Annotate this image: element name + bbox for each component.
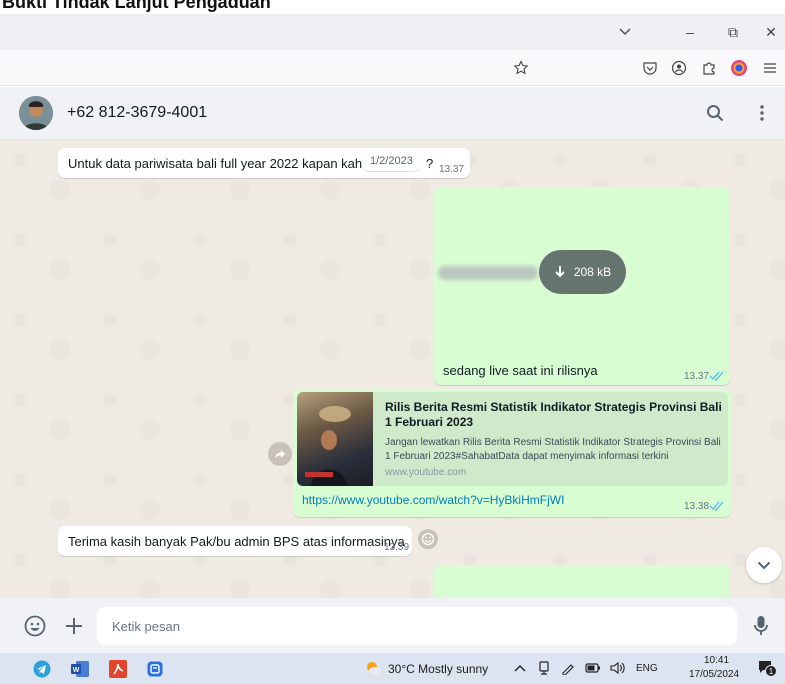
taskbar-pdf-app[interactable] <box>106 657 130 681</box>
clock-date[interactable]: 17/05/2024 <box>689 669 739 680</box>
notification-badge: 1 <box>765 665 777 677</box>
message-text: Untuk data pariwisata bali full year 202… <box>68 156 387 171</box>
clock-time[interactable]: 10:41 <box>704 655 729 666</box>
contact-name[interactable]: +62 812-3679-4001 <box>67 104 207 122</box>
notification-center[interactable]: 1 <box>756 658 778 678</box>
bookmark-button[interactable] <box>511 58 531 78</box>
scroll-to-bottom-button[interactable] <box>746 547 782 583</box>
voice-message-button[interactable] <box>748 613 774 639</box>
extensions-button[interactable] <box>699 58 719 78</box>
extension-app-button[interactable] <box>729 58 749 78</box>
message-time: 13.39 <box>384 542 410 553</box>
contact-avatar[interactable] <box>19 96 53 130</box>
link-title: Rilis Berita Resmi Statistik Indikator S… <box>385 400 722 429</box>
attach-button[interactable] <box>61 613 87 639</box>
close-icon: ✕ <box>765 23 777 40</box>
list-all-tabs-button[interactable] <box>605 14 645 50</box>
hamburger-icon <box>764 63 776 73</box>
forward-button[interactable] <box>268 442 292 466</box>
account-button[interactable] <box>669 58 689 78</box>
message-time: 13.38 <box>684 501 710 512</box>
message-text: Terima kasih banyak Pak/bu admin BPS ata… <box>68 534 405 549</box>
puzzle-icon <box>703 62 715 75</box>
read-ticks-icon <box>709 501 724 511</box>
meet-icon[interactable] <box>538 661 550 675</box>
outgoing-message-partial[interactable] <box>434 565 730 598</box>
microphone-icon <box>754 616 768 635</box>
caption-title: Bukti Tindak Lanjut Pengaduan <box>2 0 271 12</box>
restore-icon: ⧉ <box>728 23 738 40</box>
smiley-icon <box>421 532 435 546</box>
chat-menu-button[interactable] <box>750 101 774 125</box>
pocket-icon <box>643 62 657 75</box>
chevron-down-icon <box>619 28 631 35</box>
weather-sunny-icon <box>367 662 381 675</box>
battery-icon[interactable] <box>585 662 601 674</box>
date-separator: 1/2/2023 <box>363 151 420 171</box>
plus-icon <box>66 618 82 634</box>
link-site: www.youtube.com <box>385 467 467 478</box>
read-ticks-icon <box>709 371 724 381</box>
download-arrow-icon <box>555 266 565 278</box>
incoming-message[interactable]: Terima kasih banyak Pak/bu admin BPS ata… <box>58 526 412 556</box>
message-time: 13.37 <box>439 164 465 175</box>
taskbar-telegram[interactable] <box>30 657 54 681</box>
react-button[interactable] <box>418 529 438 549</box>
blurred-file-name <box>438 266 538 280</box>
chevron-down-icon <box>757 561 771 569</box>
file-size: 208 kB <box>573 265 612 279</box>
message-text-tail: ? <box>426 156 434 171</box>
presenter-image-icon <box>305 406 351 486</box>
chat-area[interactable]: Untuk data pariwisata bali full year 202… <box>0 140 785 598</box>
forward-arrow-icon <box>275 450 285 459</box>
pen-icon[interactable] <box>561 661 575 675</box>
emoji-button[interactable] <box>22 613 48 639</box>
star-icon <box>513 60 529 75</box>
browser-toolbar <box>0 50 785 86</box>
caret-up-icon[interactable] <box>514 663 526 673</box>
weather-text[interactable]: 30°C Mostly sunny <box>388 662 488 676</box>
restore-button[interactable]: ⧉ <box>713 14 753 50</box>
minimize-button[interactable]: – <box>670 14 710 50</box>
minimize-icon: – <box>686 24 694 40</box>
input-language[interactable]: ENG <box>636 663 658 674</box>
pocket-button[interactable] <box>640 58 660 78</box>
close-window-button[interactable]: ✕ <box>751 14 785 50</box>
emoji-icon <box>24 615 46 637</box>
colorful-circle-icon <box>731 60 747 76</box>
link-url[interactable]: https://www.youtube.com/watch?v=HyBkiHmF… <box>302 493 564 507</box>
app-window-icon <box>147 661 163 677</box>
speaker-icon[interactable] <box>609 661 625 675</box>
kebab-menu-icon <box>760 105 764 121</box>
link-description: Jangan lewatkan Rilis Berita Resmi Stati… <box>385 437 721 462</box>
taskbar-app[interactable] <box>143 657 167 681</box>
chat-header: +62 812-3679-4001 <box>0 87 785 140</box>
video-thumbnail <box>297 392 373 486</box>
link-preview-card[interactable]: Rilis Berita Resmi Statistik Indikator S… <box>297 392 728 486</box>
search-chat-button[interactable] <box>703 101 727 125</box>
download-button[interactable]: 208 kB <box>539 250 626 294</box>
browser-titlebar: – ⧉ ✕ <box>0 14 785 50</box>
message-composer <box>0 598 785 653</box>
screenshot-caption: Bukti Tindak Lanjut Pengaduan <box>0 0 785 14</box>
message-time: 13.37 <box>684 371 710 382</box>
word-icon: W <box>71 661 89 677</box>
telegram-icon <box>33 660 51 678</box>
windows-taskbar: W 30°C Mostly sunny ENG 10:41 17/05/2024… <box>0 653 785 684</box>
browser-menu-button[interactable] <box>760 58 780 78</box>
pdf-app-icon <box>109 660 127 678</box>
taskbar-word[interactable]: W <box>68 657 92 681</box>
account-icon <box>671 60 687 76</box>
person-icon <box>19 96 53 130</box>
message-input[interactable] <box>97 607 737 645</box>
svg-text:W: W <box>73 667 80 674</box>
message-text: sedang live saat ini rilisnya <box>443 363 598 378</box>
search-icon <box>707 105 724 122</box>
